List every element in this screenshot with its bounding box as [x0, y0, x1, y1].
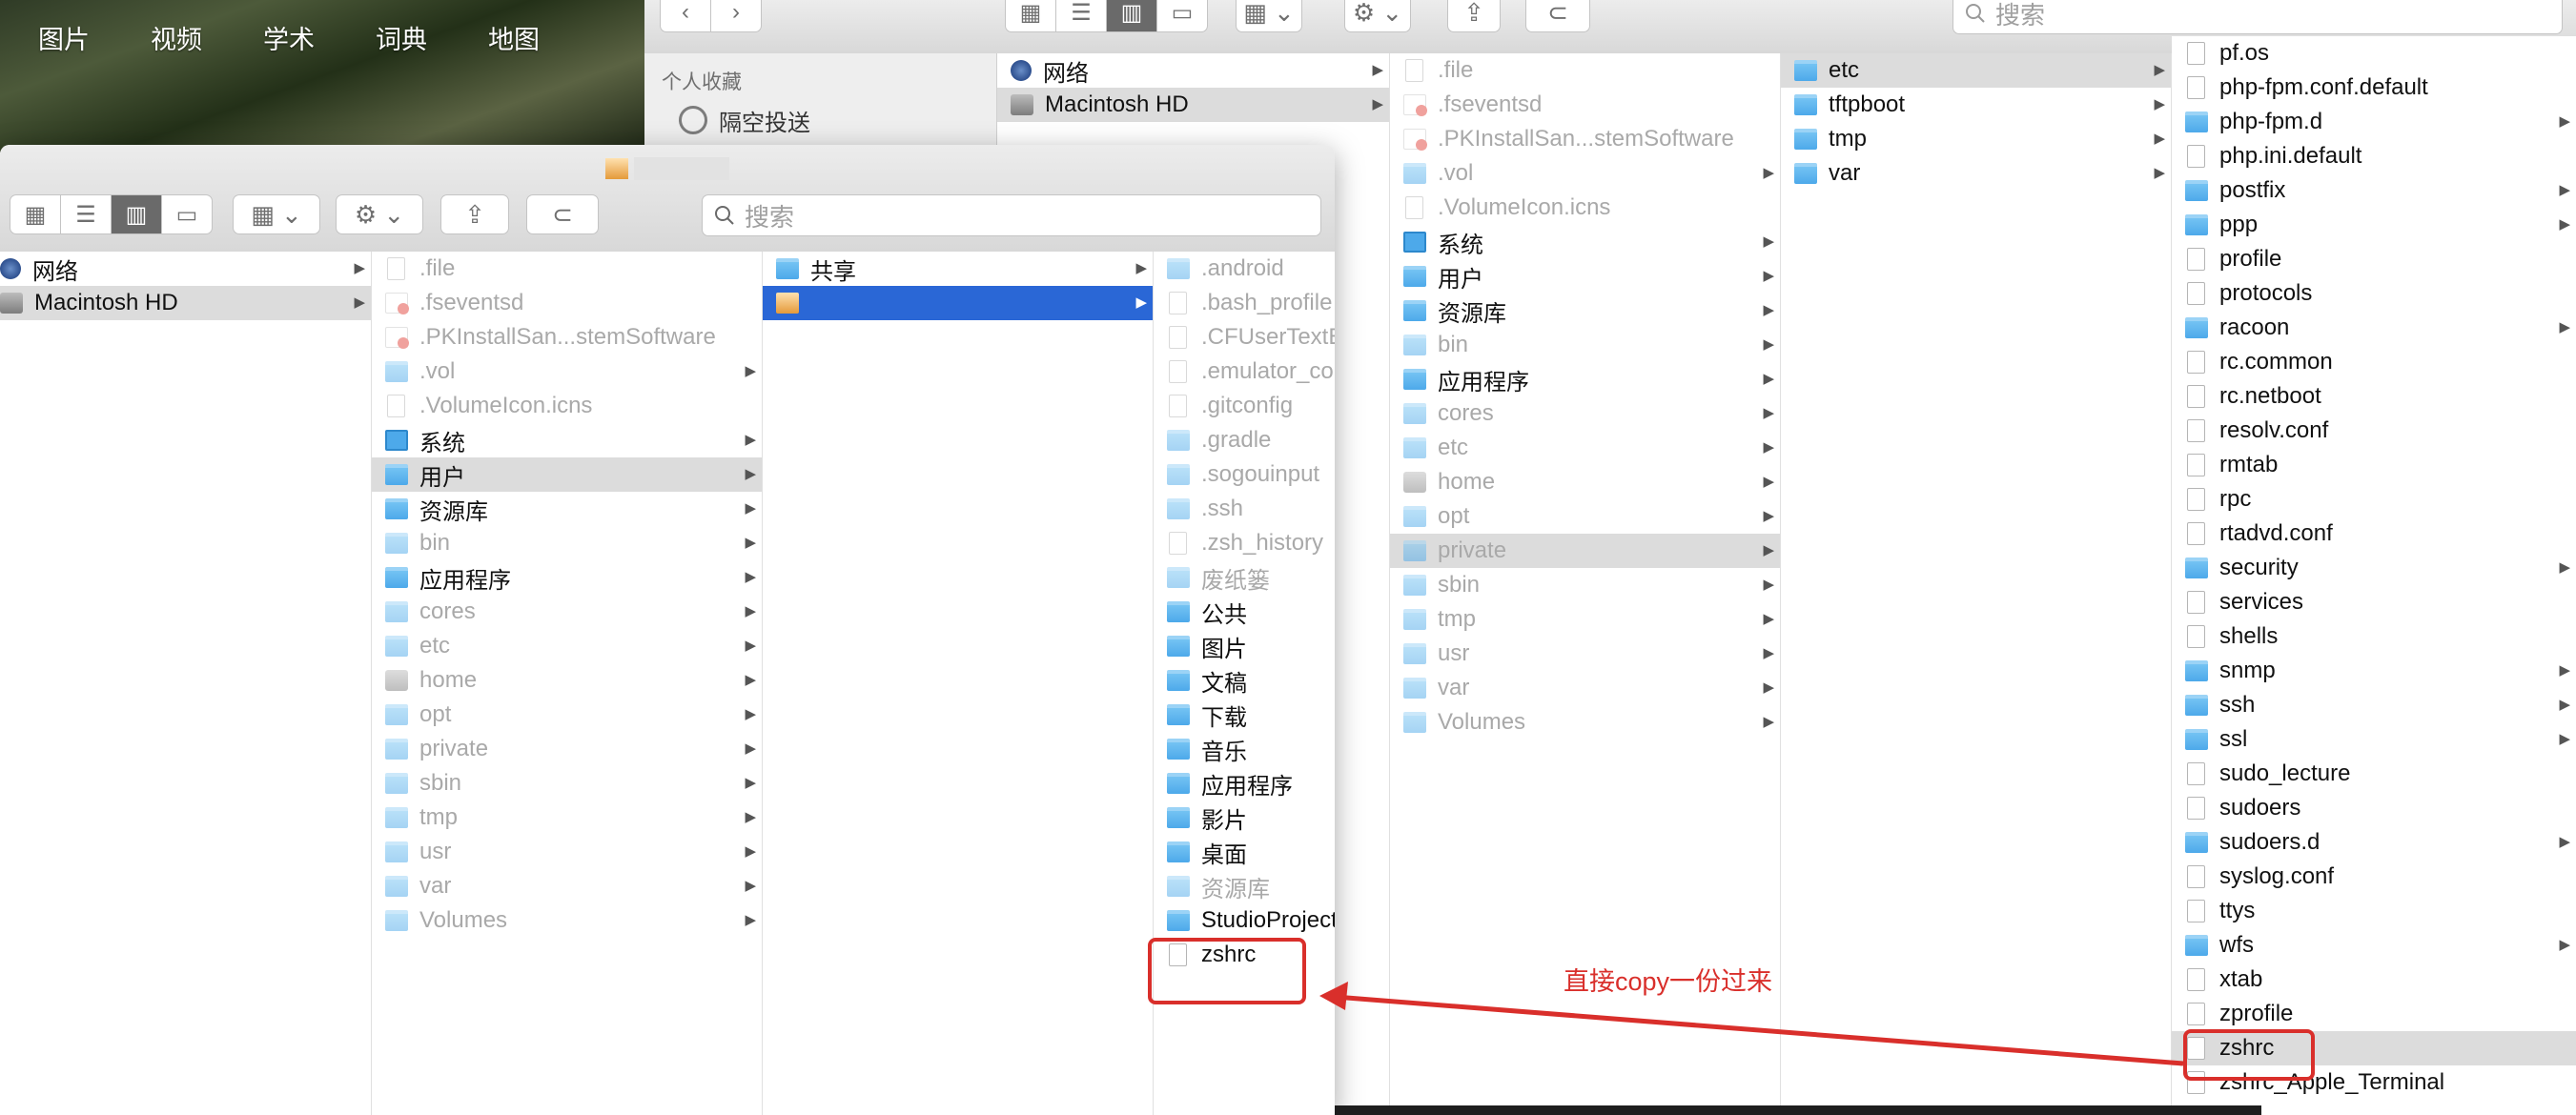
bottom-dark-bar [1335, 1105, 2261, 1115]
annotation-arrow [1319, 982, 2184, 1066]
